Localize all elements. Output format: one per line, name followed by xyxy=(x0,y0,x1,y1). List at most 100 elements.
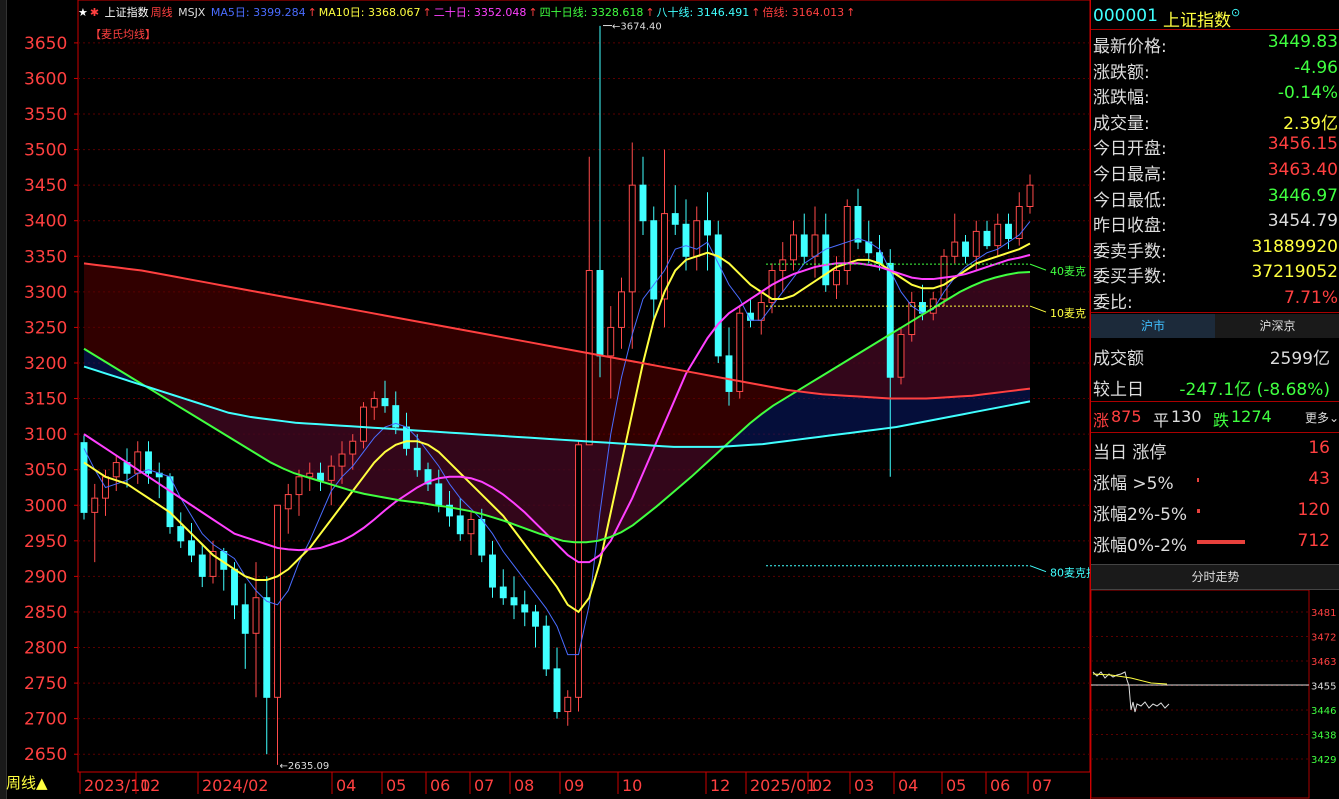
candle-body[interactable] xyxy=(532,611,539,627)
candle-body[interactable] xyxy=(177,526,185,542)
more-button[interactable]: 更多⌄ xyxy=(1305,409,1339,426)
market-tabs: 沪市 沪深京 xyxy=(1091,314,1339,338)
star-icon[interactable]: ★ xyxy=(78,6,88,19)
change-label: 较上日 xyxy=(1093,380,1144,400)
candle-body[interactable] xyxy=(994,223,1002,247)
candle-body[interactable] xyxy=(381,398,389,407)
candle-body[interactable] xyxy=(295,476,303,496)
candle-body[interactable] xyxy=(112,462,120,478)
candle-body[interactable] xyxy=(456,515,464,535)
candle-body[interactable] xyxy=(241,604,249,634)
change-value: -247.1亿 (-8.68%) xyxy=(1179,380,1330,400)
candle-body[interactable] xyxy=(983,230,991,247)
candle-body[interactable] xyxy=(435,483,443,506)
candle-body[interactable] xyxy=(639,184,647,222)
info-icon[interactable]: ⊙ xyxy=(1231,6,1240,19)
candle-body[interactable] xyxy=(489,554,496,588)
y-tick-label: 2950 xyxy=(24,532,67,552)
limit-stat-label: 涨幅 >5% xyxy=(1093,474,1174,494)
candle-body[interactable] xyxy=(972,230,980,257)
candle-body[interactable] xyxy=(1015,206,1023,240)
candle-body[interactable] xyxy=(833,270,840,286)
candle-body[interactable] xyxy=(596,270,604,357)
y-tick-label: 2650 xyxy=(24,745,67,765)
y-tick-label: 2900 xyxy=(24,567,67,587)
candle-body[interactable] xyxy=(1005,223,1012,240)
candle-body[interactable] xyxy=(284,494,292,510)
quote-panel: 000001 上证指数 ⊙ 最新价格: 3449.83 涨跌额: -4.96 涨跌幅: -… xyxy=(1090,0,1339,799)
candle-body[interactable] xyxy=(575,444,582,698)
candle-body[interactable] xyxy=(467,518,475,535)
candle-body[interactable] xyxy=(349,440,357,455)
candle-body[interactable] xyxy=(951,241,959,257)
candle-body[interactable] xyxy=(91,497,99,513)
candle-body[interactable] xyxy=(263,597,271,698)
candle-body[interactable] xyxy=(693,220,701,257)
candle-body[interactable] xyxy=(897,334,905,378)
candle-body[interactable] xyxy=(413,447,421,471)
indicator-tag: 【麦氏均线】 xyxy=(90,28,156,41)
settings-icon[interactable]: ✱ xyxy=(90,6,99,19)
candle-body[interactable] xyxy=(854,206,862,243)
candle-body[interactable] xyxy=(962,241,969,257)
period-button[interactable]: 周线▲ xyxy=(6,772,64,799)
quote-value: 2.39亿 xyxy=(1283,113,1338,134)
candle-body[interactable] xyxy=(370,398,378,408)
candle-body[interactable] xyxy=(360,406,367,442)
candle-body[interactable] xyxy=(800,234,808,257)
candle-body[interactable] xyxy=(1026,184,1034,207)
candle-body[interactable] xyxy=(714,234,722,357)
candle-body[interactable] xyxy=(725,355,733,392)
quote-row: 涨跌幅: -0.14% xyxy=(1091,81,1339,108)
limit-stat-value: 16 xyxy=(1308,438,1330,458)
candle-body[interactable] xyxy=(843,206,851,272)
intraday-mini-chart[interactable]: 分时走势 3481 3472 3463 3455 3446 3438 3429 xyxy=(1091,564,1339,799)
quote-value: 31889920 xyxy=(1251,236,1338,257)
candle-body[interactable] xyxy=(478,518,486,556)
candle-body[interactable] xyxy=(231,568,238,606)
mini-y-label: 3481 xyxy=(1311,608,1336,619)
candle-body[interactable] xyxy=(564,696,572,713)
candle-body[interactable] xyxy=(671,213,679,225)
candle-body[interactable] xyxy=(682,223,690,257)
candle-body[interactable] xyxy=(198,554,206,577)
candle-body[interactable] xyxy=(553,668,561,713)
candle-body[interactable] xyxy=(585,270,593,446)
candle-body[interactable] xyxy=(252,597,260,634)
candle-body[interactable] xyxy=(607,326,615,357)
candle-body[interactable] xyxy=(499,586,507,599)
candle-body[interactable] xyxy=(790,234,797,261)
quote-row: 成交量: 2.39亿 xyxy=(1091,107,1339,134)
candle-body[interactable] xyxy=(510,597,518,606)
candle-body[interactable] xyxy=(338,453,346,467)
tab-hushi[interactable]: 沪市 xyxy=(1091,314,1215,338)
candle-body[interactable] xyxy=(811,234,819,257)
up-count: 875 xyxy=(1111,407,1142,426)
kline-chart[interactable]: 3650 3600 3550 3500 3450 3400 3350 3300 3250 3200… xyxy=(6,0,1090,799)
candle-body[interactable] xyxy=(521,604,529,613)
candle-body[interactable] xyxy=(704,220,711,236)
candle-body[interactable] xyxy=(618,291,625,328)
candle-body[interactable] xyxy=(542,625,550,670)
turnover-label: 成交额 xyxy=(1093,349,1144,369)
candle-body[interactable] xyxy=(317,472,324,481)
kline-chart-svg[interactable]: 3650 3600 3550 3500 3450 3400 3350 3300 3250 3200… xyxy=(6,0,1090,799)
candle-body[interactable] xyxy=(188,540,195,556)
candle-body[interactable] xyxy=(628,184,636,293)
candle-body[interactable] xyxy=(327,465,335,481)
candle-body[interactable] xyxy=(779,259,787,272)
candle-body[interactable] xyxy=(736,312,744,392)
turnover-value: 2599亿 xyxy=(1269,349,1330,369)
mini-y-label: 3429 xyxy=(1311,755,1336,766)
candle-body[interactable] xyxy=(886,262,894,378)
up-arrow-icon: ↑ xyxy=(307,6,317,19)
low-label: ←2635.09 xyxy=(280,761,330,772)
chevron-down-icon: ⌄ xyxy=(1329,411,1339,425)
y-tick-label: 3150 xyxy=(24,390,67,410)
candle-body[interactable] xyxy=(822,234,830,286)
limit-stat-bar xyxy=(1197,478,1199,482)
candle-body[interactable] xyxy=(306,472,314,478)
candle-body[interactable] xyxy=(166,476,174,528)
tab-hushenjing[interactable]: 沪深京 xyxy=(1215,314,1339,338)
limit-stat-row: 涨幅2%-5% 120 xyxy=(1091,496,1339,526)
